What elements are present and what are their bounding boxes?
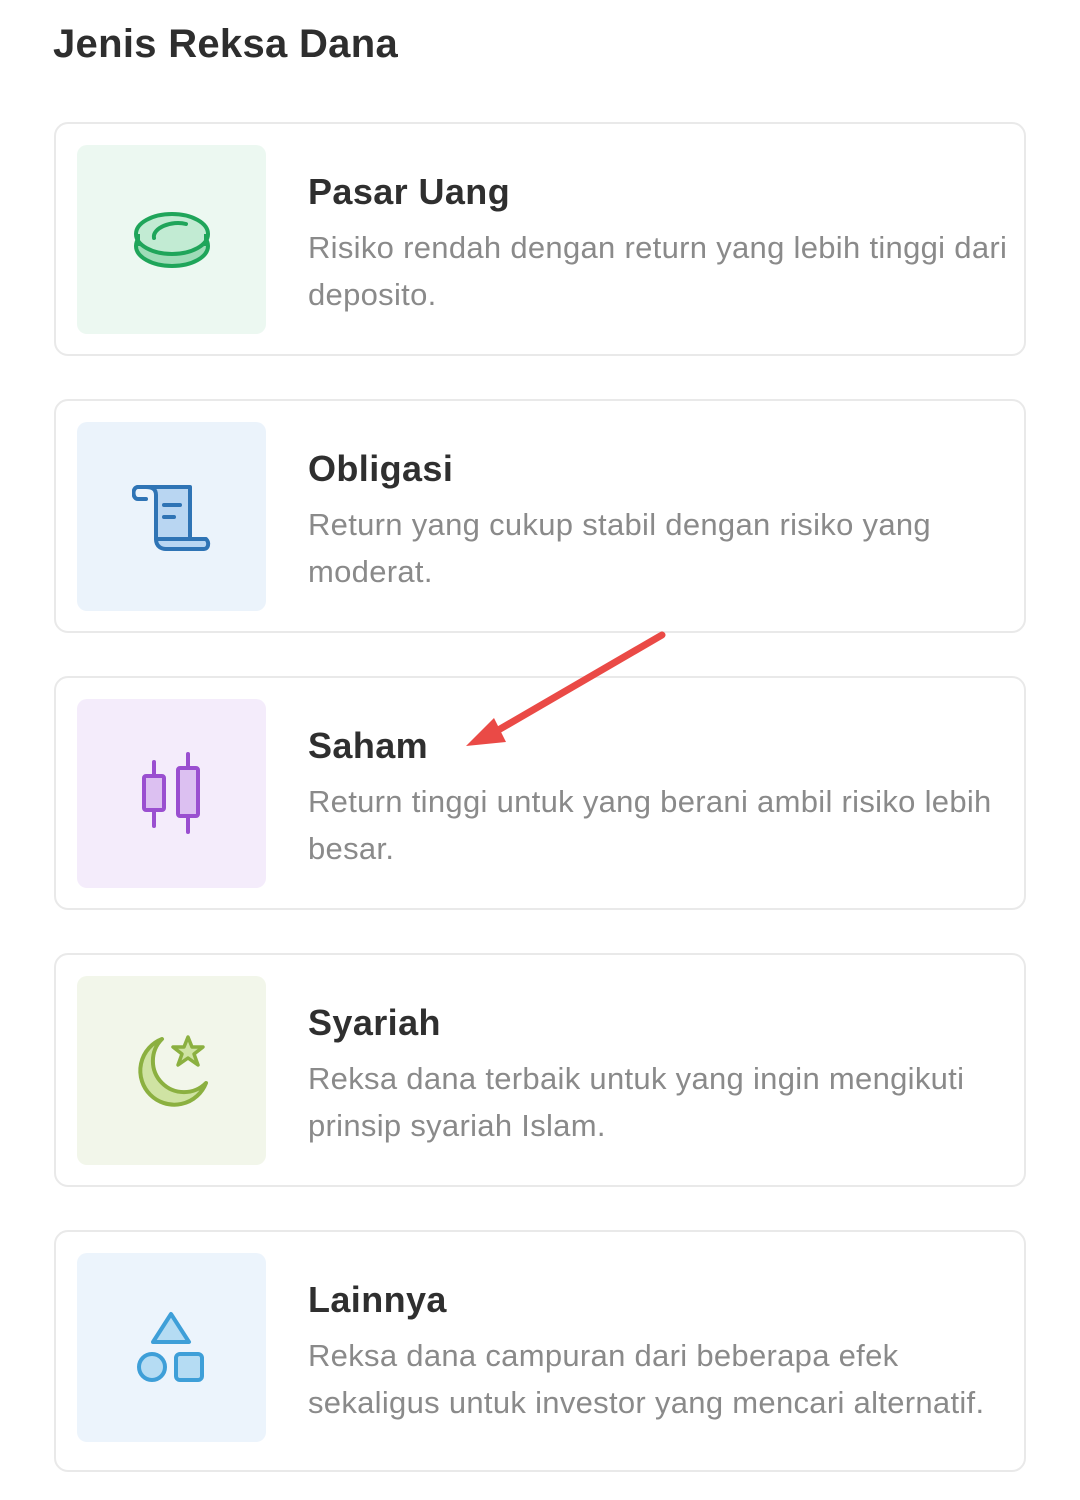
- card-syariah[interactable]: Syariah Reksa dana terbaik untuk yang in…: [54, 953, 1026, 1187]
- icon-box-saham: [77, 699, 266, 888]
- coin-icon: [133, 211, 210, 268]
- card-pasar-uang[interactable]: Pasar Uang Risiko rendah dengan return y…: [54, 122, 1026, 356]
- card-title: Obligasi: [308, 448, 454, 489]
- icon-box-pasar-uang: [77, 145, 266, 334]
- icon-box-lainnya: [77, 1253, 266, 1442]
- card-description: Risiko rendah dengan return yang lebih t…: [308, 230, 1008, 312]
- scroll-document-icon: [131, 484, 210, 551]
- card-description: Reksa dana terbaik untuk yang ingin meng…: [308, 1061, 965, 1143]
- card-title: Lainnya: [308, 1279, 447, 1320]
- card-description: Return yang cukup stabil dengan risiko y…: [308, 507, 931, 589]
- card-lainnya[interactable]: Lainnya Reksa dana campuran dari beberap…: [54, 1230, 1026, 1472]
- card-title: Pasar Uang: [308, 171, 511, 212]
- icon-box-syariah: [77, 976, 266, 1165]
- icon-box-obligasi: [77, 422, 266, 611]
- card-saham[interactable]: Saham Return tinggi untuk yang berani am…: [54, 676, 1026, 910]
- candlestick-chart-icon: [141, 751, 200, 834]
- crescent-star-icon: [137, 1034, 208, 1107]
- page-title: Jenis Reksa Dana: [53, 22, 398, 66]
- card-title: Saham: [308, 725, 429, 766]
- card-title: Syariah: [308, 1002, 441, 1043]
- shapes-icon: [136, 1311, 204, 1382]
- card-obligasi[interactable]: Obligasi Return yang cukup stabil dengan…: [54, 399, 1026, 633]
- card-description: Return tinggi untuk yang berani ambil ri…: [308, 784, 992, 866]
- card-description: Reksa dana campuran dari beberapa efek s…: [308, 1338, 985, 1420]
